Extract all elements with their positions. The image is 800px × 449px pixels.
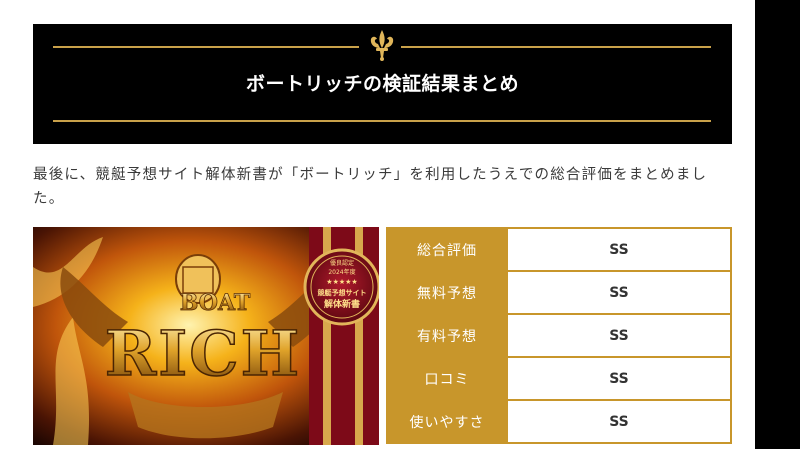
rating-row: 口コミ SS (388, 356, 730, 400)
seal-stars: ★★★★★ (326, 278, 357, 286)
section-heading-box: ボートリッチの検証結果まとめ (33, 24, 732, 144)
rating-label: 無料予想 (388, 270, 507, 314)
rating-row: 無料予想 SS (388, 270, 730, 314)
right-page-edge (755, 0, 800, 449)
heading-divider (53, 120, 711, 122)
intro-paragraph: 最後に、競艇予想サイト解体新書が「ボートリッチ」を利用したうえでの総合評価をまと… (33, 167, 708, 207)
rating-label: 有料予想 (388, 313, 507, 357)
rating-label: 総合評価 (388, 229, 507, 271)
rating-label: 使いやすさ (388, 399, 507, 442)
seal-line: 解体新書 (324, 298, 360, 310)
rating-row: 使いやすさ SS (388, 399, 730, 442)
rating-value: SS (506, 270, 730, 314)
rating-row: 総合評価 SS (388, 229, 730, 271)
seal-line: 優良認定 (330, 259, 354, 267)
heading-divider (53, 46, 359, 48)
banner-boat-text: BOAT (180, 290, 251, 316)
section-title: ボートリッチの検証結果まとめ (245, 73, 519, 95)
rating-value: SS (506, 229, 730, 271)
rating-row: 有料予想 SS (388, 313, 730, 357)
banner-rich-text: RICH (105, 317, 301, 390)
article-content: ボートリッチの検証結果まとめ 最後に、競艇予想サイト解体新書が「ボートリッチ」を… (0, 0, 755, 449)
rating-value: SS (506, 313, 730, 357)
rating-value: SS (506, 356, 730, 400)
boat-rich-banner-image: BOAT RICH 優良認定 2024年度 ★★★★★ 競艇予想サイト 解体新書 (33, 227, 379, 445)
rating-value: SS (506, 399, 730, 442)
rating-label: 口コミ (388, 356, 507, 400)
ratings-table: 総合評価 SS 無料予想 SS 有料予想 SS 口コミ SS 使いやすさ SS (386, 227, 732, 444)
seal-line: 競艇予想サイト (318, 288, 367, 297)
heading-divider (401, 46, 711, 48)
seal-line: 2024年度 (328, 268, 355, 276)
fleur-de-lis-icon (370, 30, 394, 61)
